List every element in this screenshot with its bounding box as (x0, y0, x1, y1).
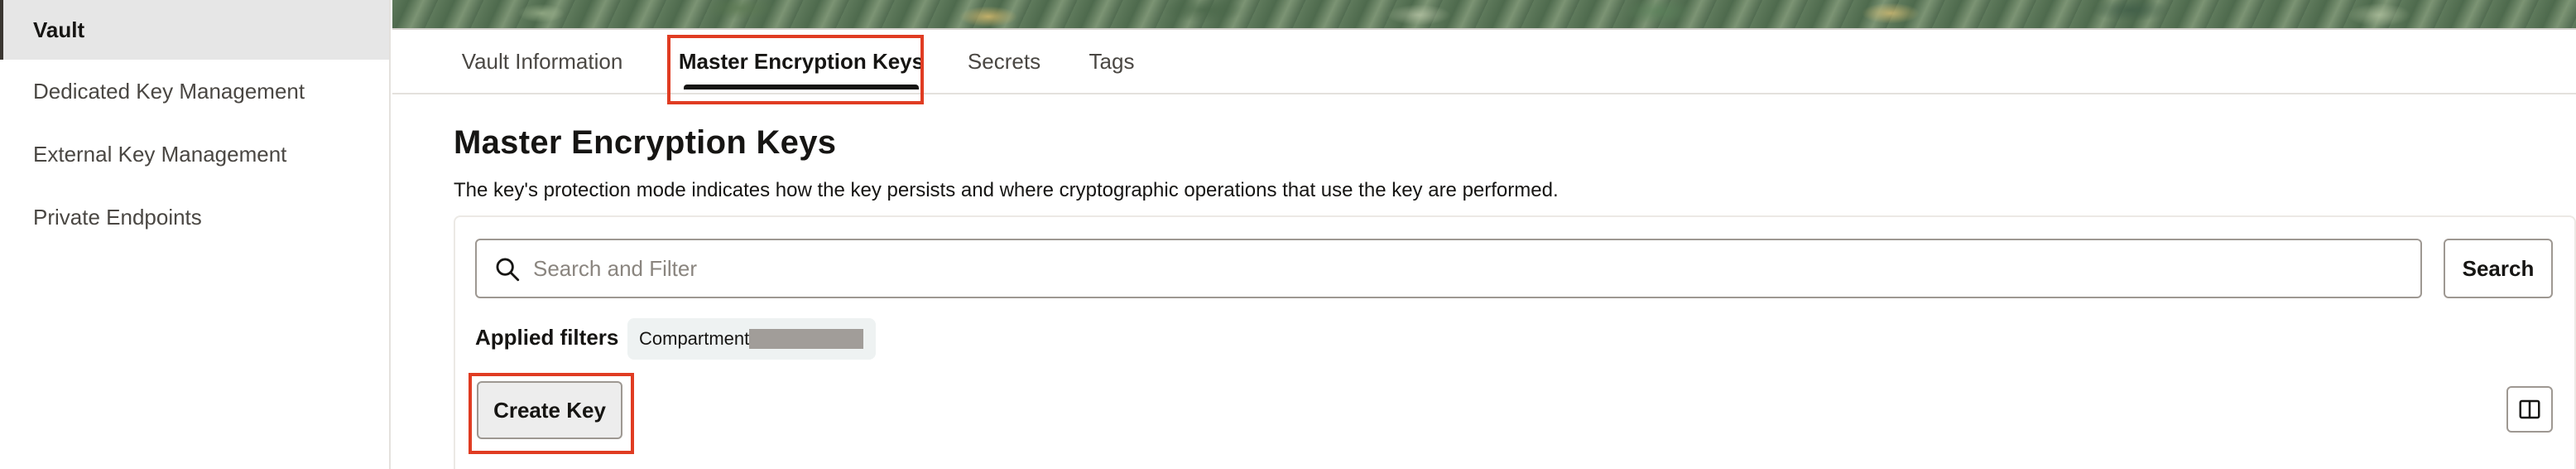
search-icon (496, 258, 520, 282)
tab-tags[interactable]: Tags (1081, 30, 1142, 93)
tab-bar: Vault Information Master Encryption Keys… (392, 30, 2576, 94)
sidebar-item-label: Private Endpoints (33, 204, 202, 230)
search-input[interactable] (531, 242, 2410, 295)
applied-filters-label: Applied filters (475, 325, 619, 350)
search-button[interactable]: Search (2444, 239, 2553, 298)
tab-label: Tags (1089, 48, 1135, 74)
tab-label: Secrets (967, 48, 1041, 74)
tab-label: Master Encryption Keys (678, 48, 925, 74)
tab-secrets[interactable]: Secrets (959, 30, 1050, 93)
columns-icon (2519, 399, 2540, 419)
tab-master-encryption-keys[interactable]: Master Encryption Keys (677, 30, 925, 93)
sidebar-item-external-key-management[interactable]: External Key Management (0, 124, 389, 184)
create-key-button[interactable]: Create Key (477, 381, 622, 439)
sidebar-item-label: Dedicated Key Management (33, 78, 305, 104)
sidebar-item-dedicated-key-management[interactable]: Dedicated Key Management (0, 61, 389, 121)
search-box (475, 239, 2422, 298)
redacted-value (749, 329, 864, 349)
tab-label: Vault Information (461, 48, 623, 74)
sidebar-item-vault[interactable]: Vault (0, 0, 389, 60)
page-title: Master Encryption Keys (454, 124, 837, 161)
filter-chip-compartment[interactable]: Compartment (627, 318, 876, 360)
sidebar-item-label: External Key Management (33, 141, 287, 167)
filter-chip-label: Compartment (639, 328, 750, 349)
columns-toggle-button[interactable] (2506, 386, 2553, 433)
tab-vault-information[interactable]: Vault Information (454, 30, 631, 93)
sidebar-item-private-endpoints[interactable]: Private Endpoints (0, 187, 389, 247)
tab-selected-indicator (684, 85, 919, 89)
header-banner (392, 0, 2576, 28)
page-description: The key's protection mode indicates how … (454, 179, 1559, 201)
sidebar: Vault Dedicated Key Management External … (0, 0, 391, 469)
sidebar-item-label: Vault (33, 17, 85, 42)
